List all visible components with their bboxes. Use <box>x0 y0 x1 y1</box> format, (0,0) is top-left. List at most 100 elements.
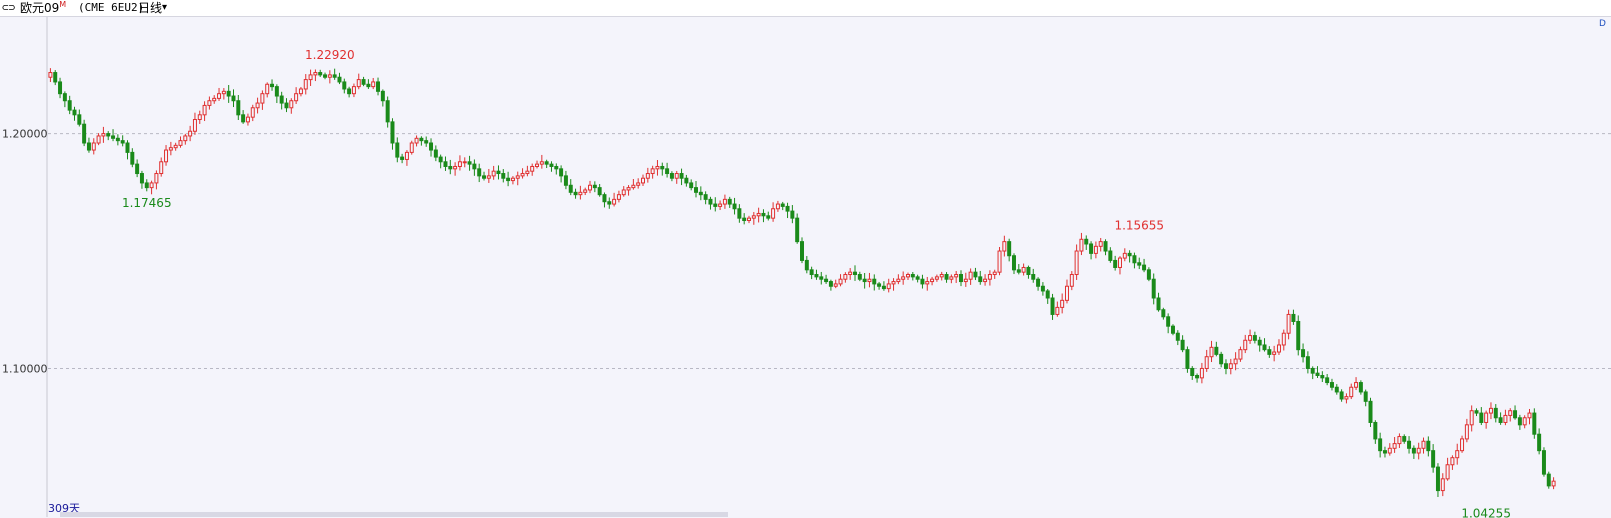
candle-body <box>477 168 482 177</box>
candle-body <box>838 278 843 285</box>
candle-body <box>400 156 405 160</box>
candle-body <box>1378 438 1383 452</box>
candle-body <box>1233 358 1238 365</box>
candle-body <box>563 175 568 186</box>
candle-body <box>1508 410 1513 416</box>
candle-body <box>351 86 356 95</box>
candle-body <box>872 278 877 285</box>
candle-body <box>62 93 67 102</box>
extreme-label: 1.22920 <box>305 48 355 62</box>
candle-body <box>486 175 491 179</box>
candle-body <box>1016 269 1021 273</box>
candle-body <box>404 151 409 160</box>
candle-body <box>385 100 390 123</box>
candle-body <box>862 278 867 283</box>
candle-body <box>1036 278 1041 287</box>
candle-body <box>669 173 674 179</box>
candle-body <box>1079 238 1084 252</box>
candle-body <box>1243 339 1248 351</box>
candle-body <box>612 198 617 205</box>
candle-body <box>616 194 621 200</box>
candle-body <box>1305 356 1310 369</box>
candle-body <box>631 184 636 189</box>
candle-body <box>1117 257 1122 268</box>
candle-body <box>727 198 732 205</box>
candle-body <box>226 90 231 97</box>
candle-body <box>313 72 318 76</box>
link-icon[interactable]: ⊂⊃ <box>2 0 15 16</box>
candle-body <box>1248 335 1253 341</box>
contract-code: (CME 6EU2) <box>78 1 145 14</box>
candle-body <box>992 271 997 276</box>
candle-body <box>144 182 149 189</box>
candle-body <box>963 278 968 283</box>
candle-body <box>583 189 588 193</box>
candle-body <box>395 142 400 158</box>
candlestick-chart[interactable]: 1.10000 1.20000 1.22920 1.17465 1.15655 1.042… <box>0 17 1611 518</box>
candle-body <box>371 81 376 88</box>
candle-body <box>1397 436 1402 445</box>
candle-body <box>925 281 930 285</box>
candle-body <box>1084 238 1089 245</box>
candle-body <box>482 175 487 179</box>
candle-body <box>1204 356 1209 369</box>
candle-body <box>1382 450 1387 454</box>
symbol-superscript: M <box>59 0 67 9</box>
symbol-text: 欧元09 <box>20 1 60 15</box>
candle-body <box>467 161 472 165</box>
candle-body <box>318 72 323 76</box>
candle-body <box>756 212 761 217</box>
candle-body <box>72 109 77 116</box>
candle-body <box>1460 438 1465 452</box>
candle-body <box>106 133 111 137</box>
candle-body <box>323 74 328 78</box>
candle-body <box>559 168 564 177</box>
candle-body <box>987 274 992 280</box>
candle-body <box>1127 252 1132 257</box>
candle-body <box>390 121 395 144</box>
horizontal-scrollbar[interactable] <box>60 512 728 517</box>
candle-body <box>164 149 169 163</box>
candle-body <box>429 142 434 151</box>
candle-body <box>679 173 684 179</box>
candle-body <box>1310 367 1315 374</box>
candle-body <box>1291 313 1296 322</box>
candle-body <box>1503 414 1508 423</box>
candle-body <box>549 163 554 167</box>
candle-body <box>1354 382 1359 388</box>
candle-body <box>1527 412 1532 419</box>
candle-body <box>1450 457 1455 466</box>
chevron-down-icon[interactable]: ▾ <box>162 0 167 16</box>
candle-body <box>973 271 978 278</box>
y-tick-label: 1.10000 <box>2 362 48 375</box>
candle-body <box>289 100 294 109</box>
candle-body <box>684 177 689 184</box>
candle-body <box>539 161 544 165</box>
candle-body <box>1546 473 1551 487</box>
candle-body <box>376 81 381 92</box>
candle-body <box>1498 417 1503 423</box>
candle-body <box>930 278 935 283</box>
candle-body <box>380 90 385 102</box>
candle-body <box>843 274 848 280</box>
period-selector[interactable]: 日线 <box>138 0 162 16</box>
candle-body <box>356 79 361 88</box>
candle-body <box>698 191 703 196</box>
candle-body <box>1267 349 1272 355</box>
candle-body <box>1407 440 1412 449</box>
candle-body <box>510 177 515 182</box>
candle-body <box>217 93 222 99</box>
candle-body <box>1089 243 1094 254</box>
extreme-label: 1.04255 <box>1461 506 1511 518</box>
candle-body <box>785 205 790 212</box>
candle-body <box>221 90 226 95</box>
candle-body <box>626 187 631 191</box>
candle-body <box>954 274 959 278</box>
candle-body <box>1185 349 1190 369</box>
candle-body <box>115 137 120 142</box>
candle-body <box>472 163 477 170</box>
candle-body <box>462 161 467 164</box>
candle-body <box>265 83 270 95</box>
candle-body <box>1469 410 1474 426</box>
candle-body <box>1002 241 1007 252</box>
